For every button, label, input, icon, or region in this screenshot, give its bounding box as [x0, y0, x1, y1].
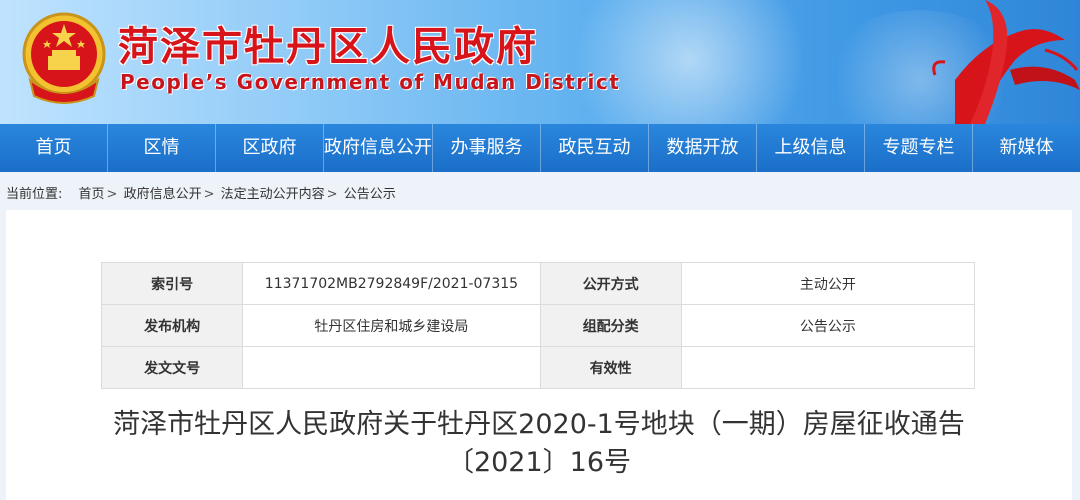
nav-item-district-info[interactable]: 区情 — [108, 124, 216, 172]
breadcrumb-separator: > — [326, 187, 338, 202]
document-metadata-table: 索引号 11371702MB2792849F/2021-07315 公开方式 主… — [100, 262, 976, 389]
breadcrumb-item-home[interactable]: 首页 — [79, 187, 105, 202]
nav-item-services[interactable]: 办事服务 — [433, 124, 541, 172]
table-row: 发文文号 有效性 — [100, 346, 976, 389]
nav-item-interaction[interactable]: 政民互动 — [541, 124, 649, 172]
breadcrumb-item-gov-info[interactable]: 政府信息公开 — [124, 187, 202, 202]
breadcrumb-item-announcements[interactable]: 公告公示 — [344, 187, 396, 202]
content-panel: 索引号 11371702MB2792849F/2021-07315 公开方式 主… — [6, 210, 1072, 500]
table-row: 索引号 11371702MB2792849F/2021-07315 公开方式 主… — [100, 262, 976, 305]
document-number-value — [242, 346, 541, 389]
category-label: 组配分类 — [539, 304, 682, 347]
breadcrumb-separator: > — [203, 187, 215, 202]
nav-item-gov-info-disclosure[interactable]: 政府信息公开 — [324, 124, 433, 172]
breadcrumb-item-legal-content[interactable]: 法定主动公开内容 — [221, 187, 325, 202]
disclosure-method-value: 主动公开 — [680, 262, 976, 305]
index-number-value: 11371702MB2792849F/2021-07315 — [242, 262, 541, 305]
breadcrumb-separator: > — [106, 187, 118, 202]
site-title-chinese: 菏泽市牡丹区人民政府 — [118, 23, 538, 70]
site-title-english: People’s Government of Mudan District — [120, 70, 621, 94]
nav-item-superior-info[interactable]: 上级信息 — [757, 124, 865, 172]
index-number-label: 索引号 — [100, 262, 244, 305]
disclosure-method-label: 公开方式 — [539, 262, 682, 305]
table-row: 发布机构 牡丹区住房和城乡建设局 组配分类 公告公示 — [100, 304, 976, 347]
category-value: 公告公示 — [680, 304, 976, 347]
nav-item-home[interactable]: 首页 — [0, 124, 108, 172]
document-title-line: 菏泽市牡丹区人民政府关于牡丹区2020-1号地块（一期）房屋征收通告 — [113, 409, 965, 440]
validity-value — [680, 346, 976, 389]
nav-item-district-government[interactable]: 区政府 — [216, 124, 324, 172]
nav-item-special-topics[interactable]: 专题专栏 — [865, 124, 973, 172]
national-emblem-icon — [22, 12, 106, 104]
document-title: 菏泽市牡丹区人民政府关于牡丹区2020-1号地块（一期）房屋征收通告 〔2021… — [6, 406, 1072, 482]
validity-label: 有效性 — [539, 346, 682, 389]
nav-item-open-data[interactable]: 数据开放 — [649, 124, 757, 172]
breadcrumb: 当前位置: 首页 > 政府信息公开 > 法定主动公开内容 > 公告公示 — [6, 183, 398, 202]
banner-decoration — [560, 0, 820, 124]
breadcrumb-label: 当前位置: — [6, 187, 63, 202]
nav-item-new-media[interactable]: 新媒体 — [973, 124, 1080, 172]
publisher-label: 发布机构 — [100, 304, 244, 347]
header-banner: 菏泽市牡丹区人民政府 People’s Government of Mudan … — [0, 0, 1080, 124]
main-navigation: 首页 区情 区政府 政府信息公开 办事服务 政民互动 数据开放 上级信息 专题专… — [0, 124, 1080, 172]
red-ribbon-sculpture-icon — [932, 0, 1080, 124]
document-number-label: 发文文号 — [100, 346, 244, 389]
document-number: 〔2021〕16号 — [446, 447, 632, 478]
publisher-value: 牡丹区住房和城乡建设局 — [242, 304, 541, 347]
